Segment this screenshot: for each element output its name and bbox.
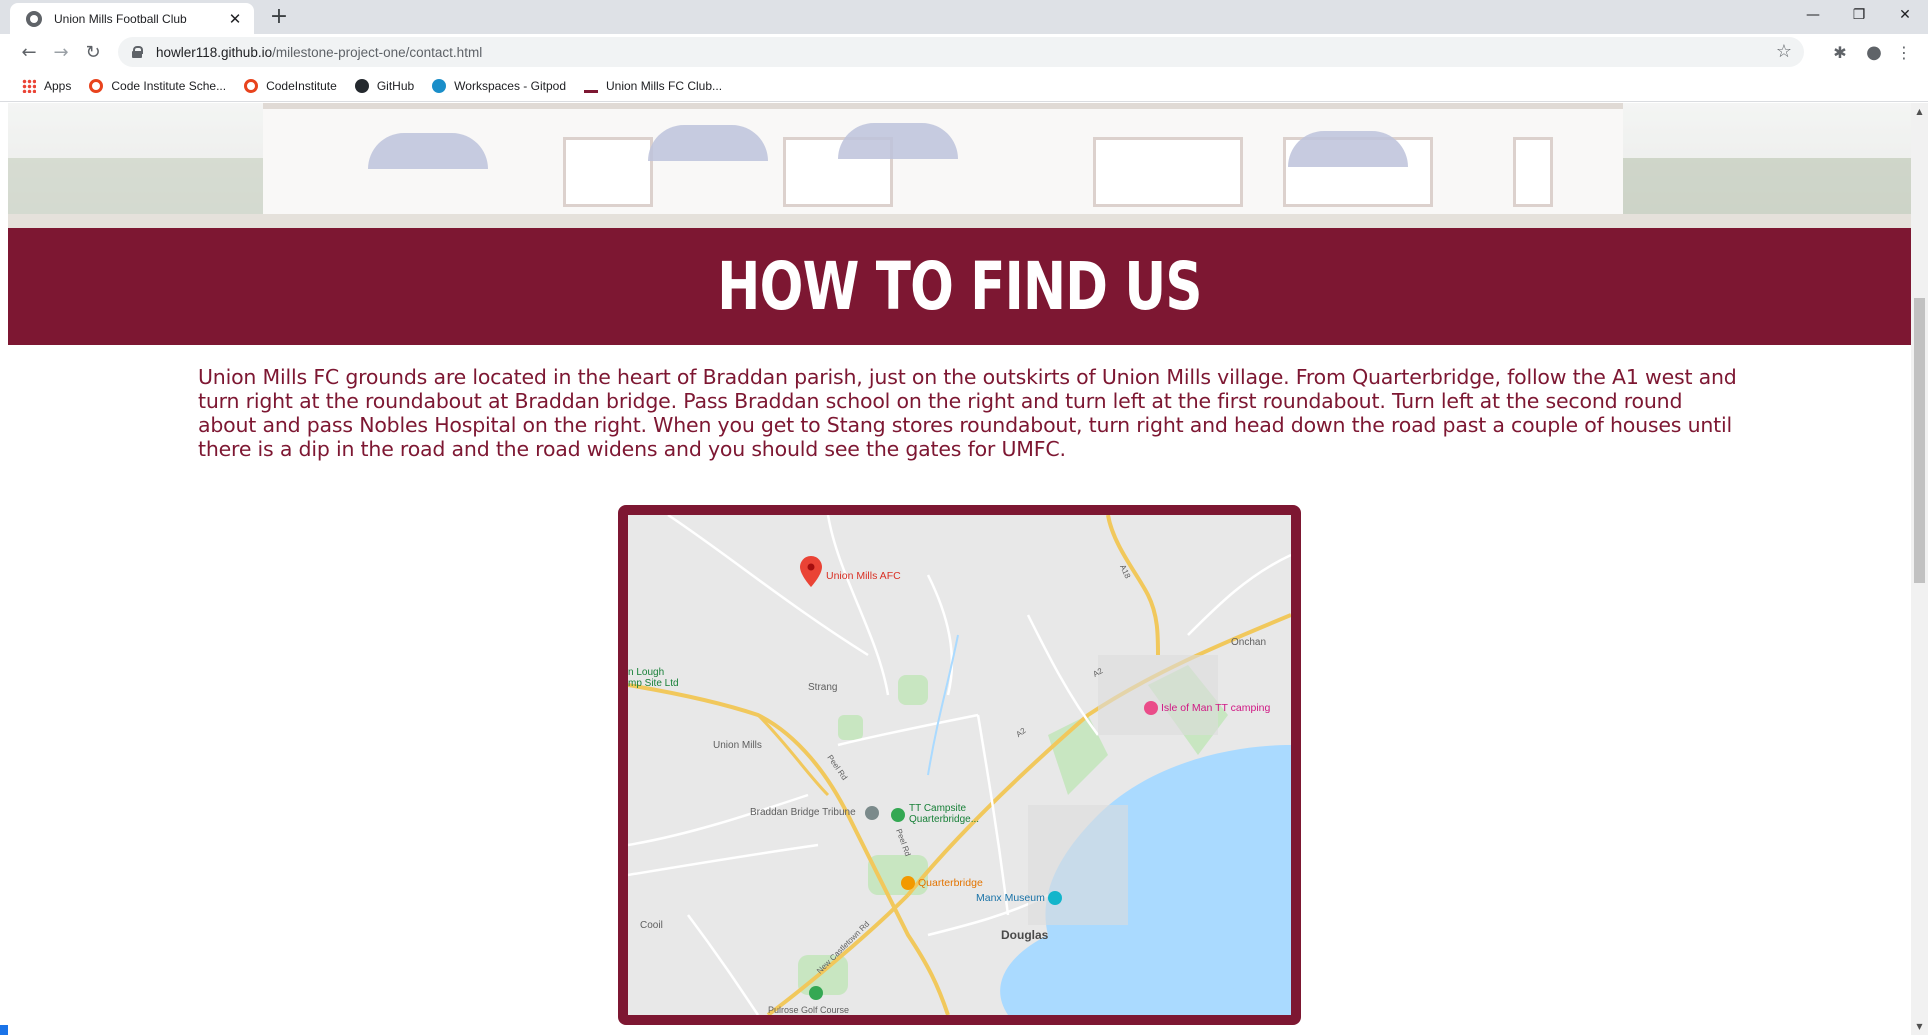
union-mills-icon <box>584 78 598 93</box>
map-label-pulrose: Pulrose Golf Course <box>768 1005 850 1015</box>
bookmarks-bar: Apps Code Institute Sche... CodeInstitut… <box>0 70 1928 102</box>
page-title: HOW TO FIND US <box>717 247 1202 325</box>
map-label-union-mills: Union Mills <box>713 740 762 751</box>
map-label-quarterbridge: Quarterbridge <box>918 877 983 889</box>
browser-tab-strip: Union Mills Football Club ✕ + — ❐ ✕ <box>0 0 1928 34</box>
window-controls: — ❐ ✕ <box>1790 0 1928 30</box>
bookmark-union-mills[interactable]: Union Mills FC Club... <box>584 78 722 93</box>
map-label-tt-campsite-2: Quarterbridge... <box>909 814 980 825</box>
new-tab-button[interactable]: + <box>268 5 290 29</box>
browser-tab[interactable]: Union Mills Football Club ✕ <box>10 3 254 34</box>
section-banner: HOW TO FIND US <box>8 228 1911 345</box>
map-label-douglas: Douglas <box>1001 928 1049 942</box>
close-window-icon[interactable]: ✕ <box>1882 0 1928 30</box>
lock-icon <box>132 46 143 58</box>
back-arrow-icon[interactable]: ← <box>17 40 41 64</box>
address-bar[interactable]: howler118.github.io/milestone-project-on… <box>118 37 1804 67</box>
bookmark-github[interactable]: GitHub <box>354 78 414 93</box>
map-label-braddan-bridge: Braddan Bridge Tribune <box>750 807 856 818</box>
reload-icon[interactable]: ↻ <box>81 40 105 64</box>
map-label-lough: n Lough <box>628 667 665 678</box>
code-institute-icon <box>244 78 259 93</box>
profile-avatar-icon[interactable]: ● <box>1864 42 1884 63</box>
scroll-thumb[interactable] <box>1914 298 1925 583</box>
bookmark-codeinstitute[interactable]: CodeInstitute <box>244 78 337 93</box>
embedded-map[interactable]: Union Mills AFC n Lough mp Site Ltd Stra… <box>628 515 1291 1015</box>
map-label-union-mills-afc: Union Mills AFC <box>826 570 901 582</box>
menu-kebab-icon[interactable]: ⋮ <box>1894 42 1914 62</box>
tab-close-icon[interactable]: ✕ <box>226 10 244 28</box>
map-label-iom-tt-camping: Isle of Man TT camping <box>1161 702 1271 714</box>
forward-arrow-icon[interactable]: → <box>49 40 73 64</box>
minimize-icon[interactable]: — <box>1790 0 1836 30</box>
map-label-cooil: Cooil <box>640 920 663 931</box>
page-scrollbar[interactable]: ▲ ▼ <box>1911 103 1928 1035</box>
clubhouse-hero-image <box>8 103 1911 228</box>
code-institute-icon <box>89 78 104 93</box>
map-label-onchan: Onchan <box>1231 637 1267 648</box>
map-frame: Union Mills AFC n Lough mp Site Ltd Stra… <box>618 505 1301 1025</box>
scroll-up-arrow-icon[interactable]: ▲ <box>1911 103 1928 120</box>
url-text: howler118.github.io/milestone-project-on… <box>156 44 483 60</box>
bookmark-gitpod[interactable]: Workspaces - Gitpod <box>432 78 566 93</box>
bookmark-apps[interactable]: Apps <box>22 78 71 93</box>
map-label-tt-campsite: TT Campsite <box>909 803 967 814</box>
github-icon <box>354 78 369 93</box>
bookmark-code-institute-schedule[interactable]: Code Institute Sche... <box>89 78 226 93</box>
tab-title: Union Mills Football Club <box>54 11 187 26</box>
taskbar-edge <box>0 1025 8 1035</box>
directions-paragraph: Union Mills FC grounds are located in th… <box>198 365 1737 461</box>
gitpod-icon <box>432 78 447 93</box>
map-label-manx-museum: Manx Museum <box>976 892 1045 904</box>
restore-icon[interactable]: ❐ <box>1836 0 1882 30</box>
browser-toolbar: ← → ↻ howler118.github.io/milestone-proj… <box>0 34 1928 70</box>
map-label-camp-site: mp Site Ltd <box>628 678 679 689</box>
apps-grid-icon <box>22 78 36 93</box>
page-viewport: HOW TO FIND US Union Mills FC grounds ar… <box>0 103 1928 1035</box>
map-graphics <box>628 515 1291 1015</box>
bookmark-star-icon[interactable]: ☆ <box>1776 41 1792 62</box>
globe-icon <box>26 10 42 27</box>
scroll-down-arrow-icon[interactable]: ▼ <box>1911 1018 1928 1035</box>
extensions-puzzle-icon[interactable]: ✱ <box>1830 42 1850 62</box>
map-label-strang: Strang <box>808 682 838 693</box>
